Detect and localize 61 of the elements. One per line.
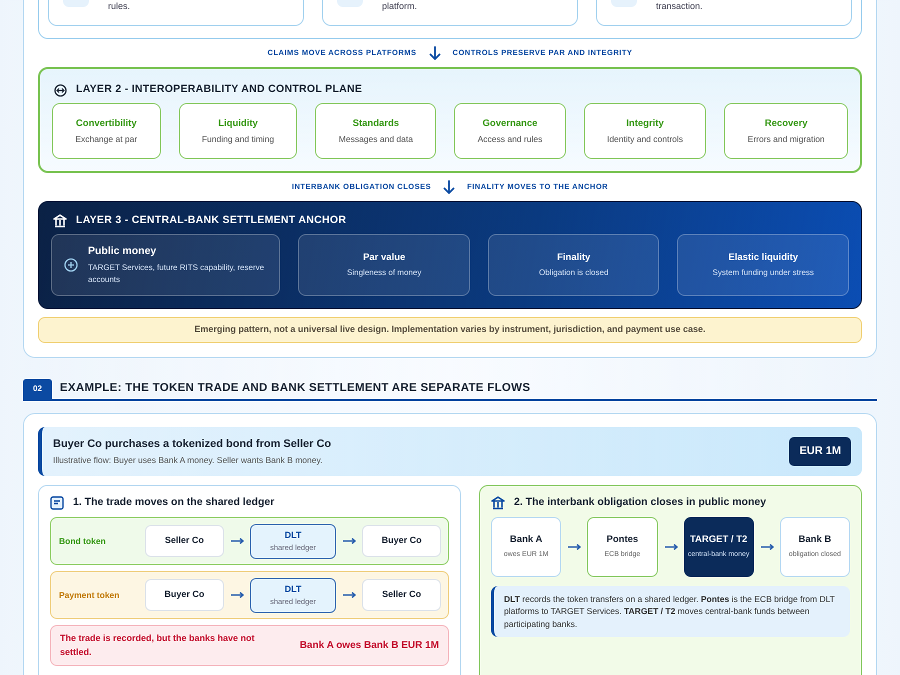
card-subtitle: Access and rules [478,132,542,146]
plus-circle-icon [64,258,78,272]
example-subtitle: Illustrative flow: Buyer uses Bank A money. Seller wants Bank B money. [53,454,324,468]
card-text: platform. [382,0,418,13]
layer-title: LAYER 2 - INTEROPERABILITY AND CONTROL PLANE [76,82,362,98]
card-title: Finality [557,250,590,265]
panel-title: 1. The trade moves on the shared ledger [73,495,274,510]
card-title: Standards [352,116,400,130]
card-subtitle: Messages and data [338,132,413,146]
card-subtitle: System funding under stress [712,267,814,280]
flow-label: Payment token [59,588,120,602]
right-arrow-icon [760,542,774,552]
layer-title: LAYER 3 - CENTRAL-BANK SETTLEMENT ANCHOR [76,213,346,228]
card-title: Recovery [764,116,808,130]
alert-amount: Bank A owes Bank B EUR 1M [300,639,439,653]
alert-message: The trade is recorded, but the banks have not settled. [60,632,256,658]
down-arrow-icon [443,180,456,194]
node-title: Bank B [798,533,832,548]
card-subtitle: Funding and timing [202,132,274,146]
node-title: Pontes [606,533,638,548]
party-node: Seller Co [145,525,224,557]
right-arrow-icon [230,536,244,546]
card-title: Par value [363,250,406,265]
card-subtitle: Obligation is closed [539,267,608,280]
node-title: Bank A [510,533,542,548]
card-subtitle: Identity and controls [606,132,684,146]
party-node: Buyer Co [362,525,442,557]
card-title: Elastic liquidity [728,250,798,265]
party-node: Seller Co [362,579,442,611]
example-title: Buyer Co purchases a tokenized bond from Seller Co [53,436,332,452]
party-node: Buyer Co [145,579,224,611]
card-subtitle: Exchange at par [75,132,138,146]
node-title: DLT [284,528,302,542]
panel-title: 2. The interbank obligation closes in public money [514,495,766,510]
right-arrow-icon [342,590,356,600]
card-title: Public money [88,244,158,260]
notice-banner: Emerging pattern, not a universal live design. Implementation varies by instrument, jurisdiction, and payment use case. [38,317,862,343]
document-icon [50,496,64,510]
node-title: TARGET / T2 [690,533,748,548]
card-title: Convertibility [76,116,137,130]
card-title: Governance [482,116,538,130]
amount-badge: EUR 1M [789,437,851,466]
card-text: transaction. [656,0,703,13]
flow-label: Bond token [59,534,107,548]
section-number: 02 [23,379,52,399]
down-arrow-icon [428,46,441,60]
bank-icon [53,214,67,228]
card-text: rules. [108,0,130,13]
card-title: Liquidity [218,116,258,130]
card-subtitle: Errors and migration [748,132,825,146]
bank-icon [491,496,505,510]
node-title: DLT [284,582,302,596]
right-arrow-icon [567,542,582,552]
right-arrow-icon [230,590,244,600]
card-subtitle: TARGET Services, future RITS capability, reserve accounts [88,262,266,286]
card-subtitle: Singleness of money [347,267,422,280]
section-title: EXAMPLE: THE TOKEN TRADE AND BANK SETTLEMENT ARE SEPARATE FLOWS [60,381,530,396]
card-title: Integrity [626,116,664,130]
right-arrow-icon [342,536,356,546]
explanation-text: DLT records the token transfers on a shared ledger. Pontes is the ECB bridge from DLT platforms to TARGET Services. TARGET / T2 moves central-bank funds between participating banks. [491,586,850,637]
right-arrow-icon [664,542,678,552]
